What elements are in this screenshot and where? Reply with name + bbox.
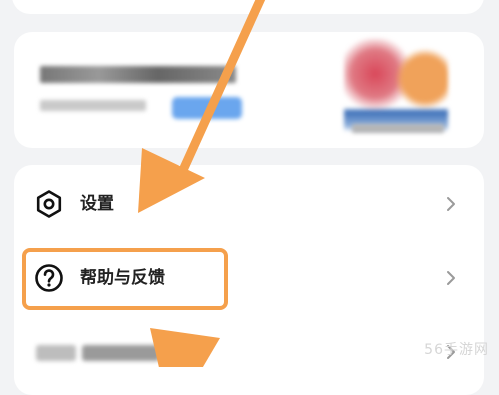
blurred-icon (36, 345, 76, 361)
menu-item-blurred[interactable] (14, 321, 484, 383)
chevron-right-icon (447, 197, 455, 211)
help-highlight-box (22, 248, 228, 310)
promo-caption-blurred (352, 124, 444, 133)
top-card (12, 0, 484, 14)
blurred-label (82, 345, 160, 361)
chevron-right-icon (447, 271, 455, 285)
menu-item-settings[interactable]: 设置 (14, 173, 484, 235)
menu-item-label: 设置 (80, 194, 114, 214)
promo-title-blurred (40, 66, 236, 83)
promo-subtitle-blurred (40, 100, 146, 111)
promo-banner[interactable] (14, 32, 484, 148)
watermark: 56手游网 (424, 342, 489, 358)
promo-tag-blurred[interactable] (172, 97, 242, 119)
gear-icon (36, 190, 62, 218)
